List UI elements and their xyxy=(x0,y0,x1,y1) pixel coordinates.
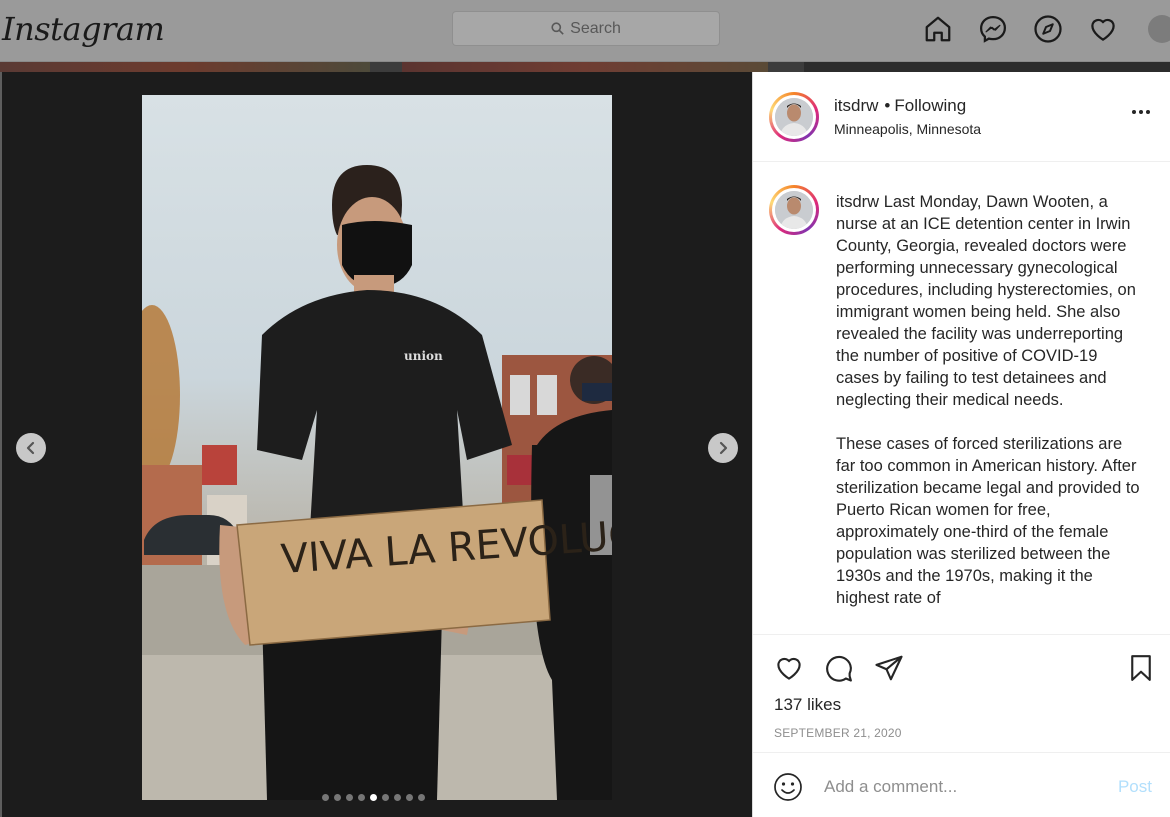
caption-username[interactable]: itsdrw xyxy=(836,193,879,211)
chevron-right-icon xyxy=(719,441,728,455)
avatar-image xyxy=(775,191,813,229)
avatar-image xyxy=(775,98,813,136)
carousel-dot xyxy=(358,794,365,801)
comment-button[interactable] xyxy=(823,652,855,684)
instagram-logo[interactable]: Instagram xyxy=(2,10,165,48)
messenger-button[interactable] xyxy=(977,13,1009,45)
post-date[interactable]: SEPTEMBER 21, 2020 xyxy=(774,726,902,740)
emoji-icon[interactable] xyxy=(773,772,803,802)
post-header: itsdrw • Following Minneapolis, Minnesota xyxy=(753,72,1170,162)
search-icon xyxy=(551,22,564,35)
home-button[interactable] xyxy=(922,13,954,45)
top-navigation-bar: Instagram Search xyxy=(0,0,1170,62)
activity-button[interactable] xyxy=(1087,13,1119,45)
author-line: itsdrw • Following xyxy=(834,96,966,116)
carousel-indicator xyxy=(322,794,425,801)
heart-icon xyxy=(1091,18,1115,41)
carousel-dot xyxy=(418,794,425,801)
paper-plane-icon xyxy=(875,655,903,681)
explore-button[interactable] xyxy=(1032,13,1064,45)
carousel-dot xyxy=(406,794,413,801)
search-box[interactable]: Search xyxy=(452,11,720,46)
carousel-dot xyxy=(394,794,401,801)
background-feed-strip xyxy=(0,62,1170,72)
heart-icon xyxy=(777,657,801,680)
comment-bar: Post xyxy=(753,752,1170,817)
post-photo[interactable]: union VIVA LA REVOLUCIÓN xyxy=(142,95,612,800)
separator-dot: • xyxy=(884,96,891,115)
share-button[interactable] xyxy=(873,652,905,684)
post-sidebar: itsdrw • Following Minneapolis, Minnesota … xyxy=(752,72,1170,817)
carousel-dot xyxy=(334,794,341,801)
more-options-button[interactable] xyxy=(1132,110,1150,114)
caption-text: itsdrw Last Monday, Dawn Wooten, a nurse… xyxy=(836,191,1141,631)
carousel-dot xyxy=(370,794,377,801)
post-location[interactable]: Minneapolis, Minnesota xyxy=(834,121,981,137)
caption-author-avatar[interactable] xyxy=(769,185,819,235)
chevron-left-icon xyxy=(26,441,35,455)
svg-text:union: union xyxy=(404,349,443,363)
carousel-dot xyxy=(346,794,353,801)
author-avatar[interactable] xyxy=(769,92,819,142)
caption-paragraph-2: These cases of forced sterilizations are… xyxy=(836,435,1140,607)
nav-icons xyxy=(922,12,1170,46)
search-placeholder: Search xyxy=(570,19,621,37)
post-actions: 137 likes SEPTEMBER 21, 2020 xyxy=(753,634,1170,764)
caption-paragraph-1: Last Monday, Dawn Wooten, a nurse at an … xyxy=(836,193,1136,409)
carousel-dot xyxy=(382,794,389,801)
post-caption: itsdrw Last Monday, Dawn Wooten, a nurse… xyxy=(753,163,1170,633)
post-media: union VIVA LA REVOLUCIÓN xyxy=(2,72,752,817)
home-icon xyxy=(925,16,951,42)
more-dot-icon xyxy=(1139,110,1143,114)
post-modal: union VIVA LA REVOLUCIÓN itsdrw • Follow… xyxy=(2,72,1170,817)
post-comment-button[interactable]: Post xyxy=(1118,777,1152,797)
comment-icon xyxy=(826,655,852,682)
carousel-dot xyxy=(322,794,329,801)
comment-input[interactable] xyxy=(824,772,1104,802)
bookmark-icon xyxy=(1131,655,1151,681)
more-dot-icon xyxy=(1132,110,1136,114)
more-dot-icon xyxy=(1146,110,1150,114)
like-button[interactable] xyxy=(773,652,805,684)
follow-status-button[interactable]: Following xyxy=(894,96,966,115)
protest-photo-illustration: union VIVA LA REVOLUCIÓN xyxy=(142,165,612,800)
compass-icon xyxy=(1034,15,1062,43)
author-username[interactable]: itsdrw xyxy=(834,96,878,115)
next-slide-button[interactable] xyxy=(708,433,738,463)
save-button[interactable] xyxy=(1125,652,1157,684)
previous-slide-button[interactable] xyxy=(16,433,46,463)
profile-avatar[interactable] xyxy=(1148,15,1170,43)
action-icons xyxy=(773,652,905,684)
likes-count[interactable]: 137 likes xyxy=(774,695,841,715)
messenger-icon xyxy=(979,15,1007,43)
